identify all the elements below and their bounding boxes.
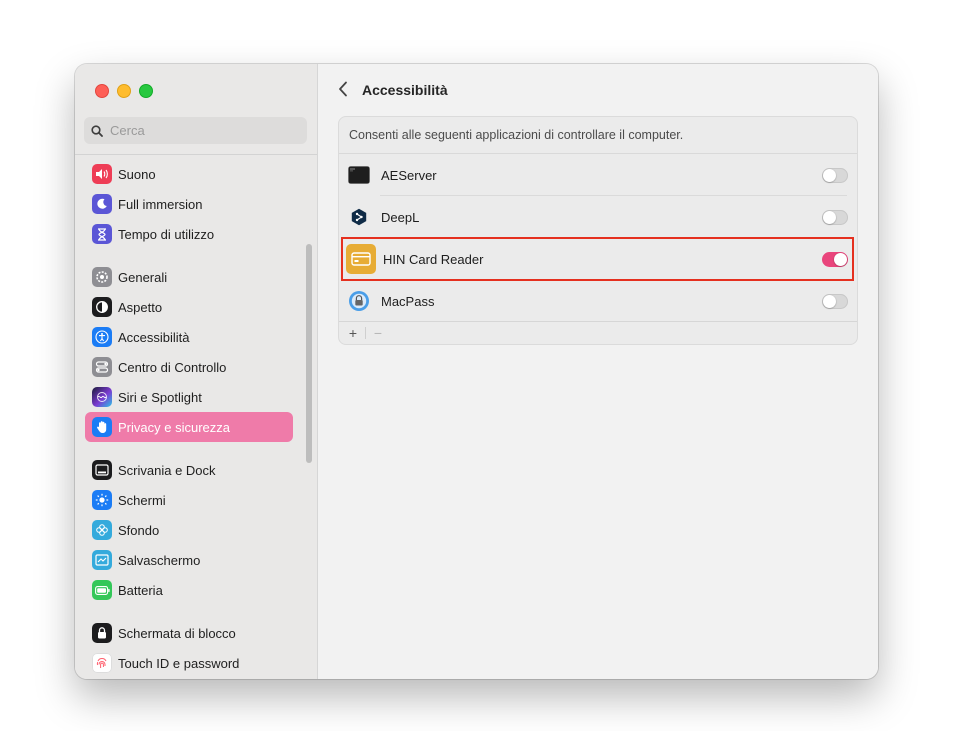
terminal-icon — [348, 164, 370, 186]
remove-app-button[interactable]: − — [370, 325, 386, 341]
sidebar-item-schermi[interactable]: Schermi — [85, 485, 293, 515]
accessibility-icon — [92, 327, 112, 347]
sidebar-divider — [75, 154, 317, 155]
lock-icon — [92, 623, 112, 643]
sidebar-item-siri-e-spotlight[interactable]: Siri e Spotlight — [85, 382, 293, 412]
sidebar-item-label: Centro di Controllo — [118, 359, 227, 375]
macpass-icon — [348, 290, 370, 312]
sidebar-item-label: Schermi — [118, 492, 166, 508]
card-reader-icon — [346, 244, 376, 274]
sidebar-item-privacy-e-sicurezza[interactable]: Privacy e sicurezza — [85, 412, 293, 442]
sidebar-item-tempo-di-utilizzo[interactable]: Tempo di utilizzo — [85, 219, 293, 249]
sidebar-scrollbar[interactable] — [306, 244, 312, 463]
search-input[interactable] — [108, 122, 292, 139]
sidebar-item-accessibilita[interactable]: Accessibilità — [85, 322, 293, 352]
sidebar-item-centro-di-controllo[interactable]: Centro di Controllo — [85, 352, 293, 382]
sidebar-item-full-immersion[interactable]: Full immersion — [85, 189, 293, 219]
panel-description: Consenti alle seguenti applicazioni di c… — [339, 117, 857, 154]
page-title: Accessibilità — [362, 82, 448, 98]
app-name: DeepL — [381, 209, 420, 225]
sidebar-item-label: Salvaschermo — [118, 552, 201, 568]
sidebar-item-touch-id-e-password[interactable]: Touch ID e password — [85, 648, 293, 678]
siri-icon — [92, 387, 112, 407]
sidebar-item-salvaschermo[interactable]: Salvaschermo — [85, 545, 293, 575]
sidebar-item-label: Sfondo — [118, 522, 160, 538]
header: Accessibilità — [338, 80, 448, 100]
screensaver-icon — [92, 550, 112, 570]
deepl-icon — [348, 206, 370, 228]
minimize-button[interactable] — [117, 84, 131, 98]
aeserver-toggle[interactable] — [822, 168, 848, 183]
sidebar-item-label: Touch ID e password — [118, 655, 240, 671]
sidebar-item-label: Full immersion — [118, 196, 203, 212]
sidebar-item-sfondo[interactable]: Sfondo — [85, 515, 293, 545]
sidebar: Suono Full immersion Tempo di utilizzo — [75, 64, 318, 679]
app-name: AEServer — [381, 167, 437, 183]
zoom-button[interactable] — [139, 84, 153, 98]
speaker-icon — [92, 164, 112, 184]
apps-panel: Consenti alle seguenti applicazioni di c… — [338, 116, 858, 345]
hin-card-reader-toggle[interactable] — [822, 252, 848, 267]
hourglass-icon — [92, 224, 112, 244]
app-row-macpass: MacPass — [339, 280, 857, 322]
sidebar-item-label: Aspetto — [118, 299, 163, 315]
sidebar-item-scrivania-e-dock[interactable]: Scrivania e Dock — [85, 455, 293, 485]
flower-icon — [92, 520, 112, 540]
battery-icon — [92, 580, 112, 600]
gear-icon — [92, 267, 112, 287]
control-center-icon — [92, 357, 112, 377]
app-name: MacPass — [381, 293, 435, 309]
appearance-icon — [92, 297, 112, 317]
dock-icon — [92, 460, 112, 480]
deepl-toggle[interactable] — [822, 210, 848, 225]
sidebar-item-schermata-di-blocco[interactable]: Schermata di blocco — [85, 618, 293, 648]
sidebar-item-suono[interactable]: Suono — [85, 159, 293, 189]
search-icon — [91, 124, 103, 137]
window-controls — [95, 84, 153, 98]
settings-window: Suono Full immersion Tempo di utilizzo — [75, 64, 878, 679]
hand-icon — [92, 417, 112, 437]
sidebar-item-label: Accessibilità — [118, 329, 190, 345]
sidebar-item-label: Generali — [118, 269, 168, 285]
add-app-button[interactable]: + — [345, 325, 361, 341]
fingerprint-icon — [92, 653, 112, 673]
sidebar-item-label: Privacy e sicurezza — [118, 419, 230, 435]
sidebar-nav: Suono Full immersion Tempo di utilizzo G… — [85, 159, 293, 678]
sidebar-item-label: Siri e Spotlight — [118, 389, 202, 405]
moon-icon — [92, 194, 112, 214]
main-content: Accessibilità Consenti alle seguenti app… — [318, 64, 878, 679]
sidebar-item-generali[interactable]: Generali — [85, 262, 293, 292]
close-button[interactable] — [95, 84, 109, 98]
sidebar-item-label: Suono — [118, 166, 156, 182]
app-row-hin-card-reader: HIN Card Reader — [339, 238, 857, 280]
sun-icon — [92, 490, 112, 510]
app-row-aeserver: AEServer — [339, 154, 857, 196]
sidebar-item-label: Schermata di blocco — [118, 625, 236, 641]
sidebar-item-label: Tempo di utilizzo — [118, 226, 215, 242]
panel-footer: + − — [339, 321, 857, 344]
back-chevron-icon[interactable] — [338, 80, 348, 100]
search-field[interactable] — [84, 117, 307, 144]
macpass-toggle[interactable] — [822, 294, 848, 309]
app-row-deepl: DeepL — [339, 196, 857, 238]
app-name: HIN Card Reader — [383, 251, 484, 267]
sidebar-item-label: Scrivania e Dock — [118, 462, 216, 478]
sidebar-item-label: Batteria — [118, 582, 163, 598]
sidebar-item-aspetto[interactable]: Aspetto — [85, 292, 293, 322]
sidebar-item-batteria[interactable]: Batteria — [85, 575, 293, 605]
